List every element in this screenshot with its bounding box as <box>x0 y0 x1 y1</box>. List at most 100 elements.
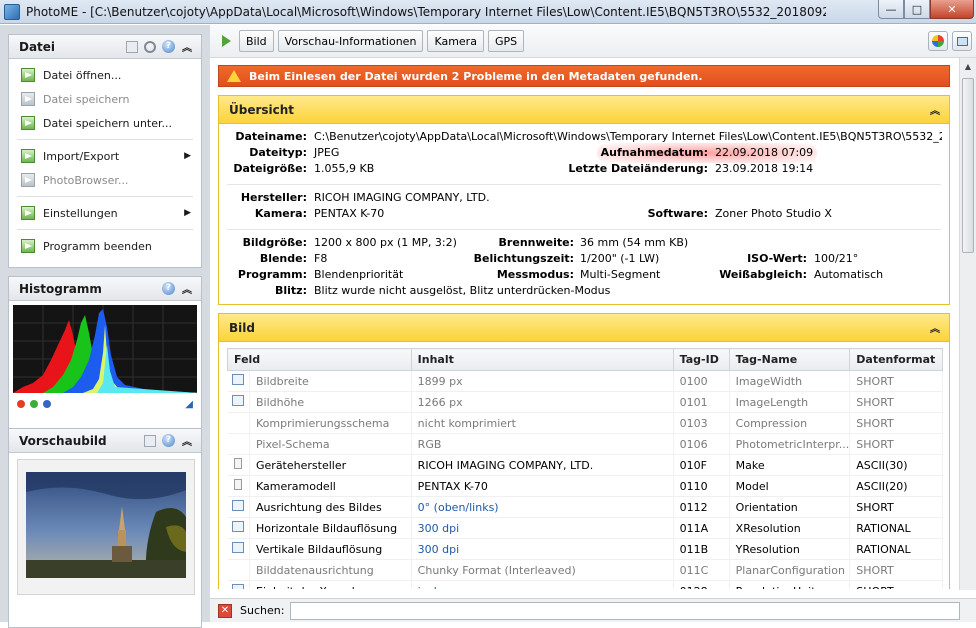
exif-table: Feld Inhalt Tag-ID Tag-Name Datenformat … <box>227 348 943 589</box>
table-row[interactable]: Bilddatenausrichtung Chunky Format (Inter… <box>227 559 943 581</box>
label-programm: Programm: <box>237 268 307 281</box>
row-icon-cell <box>227 454 250 476</box>
col-datenformat[interactable]: Datenformat <box>849 348 943 371</box>
row-icon-cell <box>227 391 250 413</box>
label-belichtungszeit: Belichtungszeit: <box>473 252 574 265</box>
red-channel-icon[interactable] <box>17 400 25 408</box>
overview-body: Dateiname: C:\Benutzer\cojoty\AppData\Loc… <box>219 124 949 304</box>
preview-thumbnail <box>17 459 195 595</box>
search-icon[interactable] <box>144 40 156 53</box>
collapse-chevron-icon[interactable]: ︽ <box>181 39 193 54</box>
value-blitz: Blitz wurde nicht ausgelöst, Blitz unter… <box>314 284 611 297</box>
scroll-up-icon[interactable]: ▲ <box>960 58 976 75</box>
close-button[interactable]: ✕ <box>930 0 974 19</box>
tab-bild[interactable]: Bild <box>239 30 274 52</box>
menu-item-settings[interactable]: Einstellungen ▶ <box>9 201 201 225</box>
table-row[interactable]: Bildbreite 1899 px 0100 ImageWidth SHORT <box>227 370 943 392</box>
cell-tag-name: ImageWidth <box>729 370 851 392</box>
menu-item-open[interactable]: Datei öffnen... <box>9 63 201 87</box>
label-weissabgleich: Weißabgleich: <box>719 268 807 281</box>
main-area: Bild Vorschau-Informationen Kamera GPS B… <box>210 25 976 622</box>
col-tag-id[interactable]: Tag-ID <box>672 348 730 371</box>
collapse-chevron-icon[interactable]: ︽ <box>929 102 941 117</box>
search-input[interactable] <box>290 601 961 620</box>
cell-inhalt: RGB <box>411 433 674 455</box>
tab-vorschau-informationen[interactable]: Vorschau-Informationen <box>277 30 424 52</box>
minimize-button[interactable]: — <box>878 0 904 19</box>
menu-item-exit[interactable]: Programm beenden <box>9 234 201 258</box>
bild-title: Bild <box>229 320 255 335</box>
green-arrow-icon[interactable] <box>222 35 231 47</box>
label-hersteller: Hersteller: <box>240 191 307 204</box>
fit-icon[interactable] <box>144 434 156 447</box>
green-channel-icon[interactable] <box>30 400 38 408</box>
col-inhalt[interactable]: Inhalt <box>410 348 674 371</box>
cell-tag-name: ImageLength <box>729 391 851 413</box>
cell-datenformat: RATIONAL <box>849 517 943 539</box>
value-bildgroesse: 1200 x 800 px (1 MP, 3:2) <box>314 236 457 249</box>
metadata-content[interactable]: Beim Einlesen der Datei wurden 2 Problem… <box>218 65 950 589</box>
channel-selector: ◢ <box>9 393 201 415</box>
table-row[interactable]: Einheit der X- undinch0128ResolutionUnit… <box>227 580 943 589</box>
label-software: Software: <box>647 207 708 220</box>
table-row[interactable]: Kameramodell PENTAX K-70 0110 Model ASCII(20… <box>227 475 943 497</box>
menu-item-import-export[interactable]: Import/Export ▶ <box>9 144 201 168</box>
photome-app-icon[interactable] <box>4 3 20 20</box>
copy-icon[interactable] <box>126 40 138 53</box>
tab-gps[interactable]: GPS <box>487 30 525 52</box>
warning-banner[interactable]: Beim Einlesen der Datei wurden 2 Problem… <box>218 65 950 87</box>
menu-item-save[interactable]: Datei speichern <box>9 87 201 111</box>
bild-header[interactable]: Bild ︽ <box>219 314 949 342</box>
row-icon-cell <box>227 496 250 518</box>
ruler-icon <box>232 395 245 406</box>
cell-tag-name: Model <box>729 475 851 497</box>
value-blende: F8 <box>314 252 328 265</box>
tab-kamera[interactable]: Kamera <box>427 30 484 52</box>
maximize-button[interactable]: □ <box>904 0 930 19</box>
vertical-scrollbar[interactable]: ▲ <box>959 58 976 590</box>
cell-tag-name: XResolution <box>729 517 851 539</box>
table-row[interactable]: Komprimierungsschema nicht komprimiert 010… <box>227 412 943 434</box>
text-tag-icon <box>234 479 243 490</box>
label-dateiaenderung: Letzte Dateiänderung: <box>568 162 708 175</box>
fullscreen-icon[interactable] <box>952 31 972 51</box>
table-row[interactable]: Gerätehersteller RICOH IMAGING COMPANY, L… <box>227 454 943 476</box>
cell-feld: Bildbreite <box>249 370 412 392</box>
menu-item-save-as[interactable]: Datei speichern unter... <box>9 111 201 135</box>
cell-tag-id: 0103 <box>673 412 730 434</box>
cell-tag-id: 0101 <box>673 391 730 413</box>
cell-tag-name: Compression <box>729 412 851 434</box>
value-messmodus: Multi-Segment <box>580 268 661 281</box>
orientation-icon <box>232 500 245 511</box>
collapse-chevron-icon[interactable]: ︽ <box>181 281 193 296</box>
table-row[interactable]: Bildhöhe 1266 px 0101 ImageLength SHORT <box>227 391 943 413</box>
cell-datenformat: SHORT <box>849 433 943 455</box>
value-aufnahmedatum: 22.09.2018 07:09 <box>715 146 814 159</box>
histogram-settings-icon[interactable]: ◢ <box>185 399 193 410</box>
collapse-chevron-icon[interactable]: ︽ <box>929 320 941 335</box>
collapse-chevron-icon[interactable]: ︽ <box>181 433 193 448</box>
cell-feld: Vertikale Bildauflösung <box>249 538 412 560</box>
table-row[interactable]: Ausrichtung des Bildes 0° (oben/links) 011… <box>227 496 943 518</box>
help-icon[interactable]: ? <box>162 40 175 53</box>
row-icon-cell <box>227 370 250 392</box>
table-row[interactable]: Horizontale Bildauflösung 300 dpi 011A XRes… <box>227 517 943 539</box>
help-icon[interactable]: ? <box>162 434 175 447</box>
blue-channel-icon[interactable] <box>43 400 51 408</box>
table-row[interactable]: Vertikale Bildauflösung 300 dpi 011B YResol… <box>227 538 943 560</box>
menu-item-photobrowser[interactable]: PhotoBrowser... <box>9 168 201 192</box>
overview-section: Übersicht ︽ Dateiname: C:\Benutzer\cojoty… <box>218 95 950 305</box>
col-feld[interactable]: Feld <box>227 348 412 371</box>
cell-datenformat: ASCII(20) <box>849 475 943 497</box>
value-dateigroesse: 1.055,9 KB <box>314 162 375 175</box>
col-tag-name[interactable]: Tag-Name <box>728 348 851 371</box>
label-brennweite: Brennweite: <box>498 236 574 249</box>
label-bildgroesse: Bildgröße: <box>242 236 307 249</box>
help-icon[interactable]: ? <box>162 282 175 295</box>
cell-inhalt: 1899 px <box>411 370 674 392</box>
scroll-thumb[interactable] <box>962 78 974 253</box>
overview-header[interactable]: Übersicht ︽ <box>219 96 949 124</box>
globe-icon[interactable] <box>928 31 948 51</box>
clear-search-icon[interactable]: ✕ <box>218 603 232 618</box>
table-row[interactable]: Pixel-Schema RGB 0106 PhotometricInterpr...… <box>227 433 943 455</box>
